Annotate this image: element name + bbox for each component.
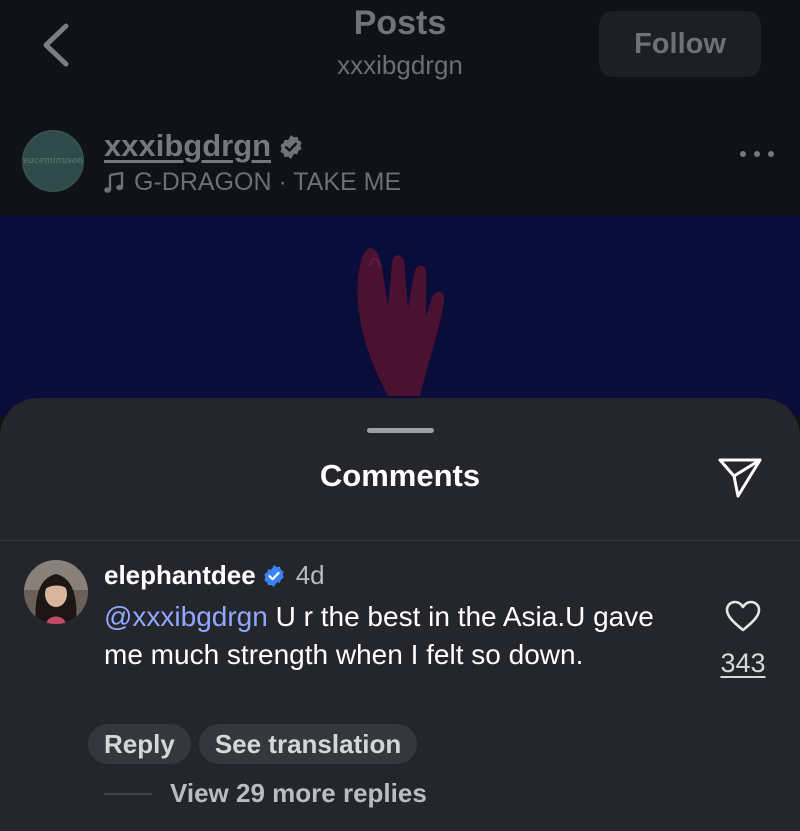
comment-header: elephantdee 4d xyxy=(104,560,325,591)
comment-text: @xxxibgdrgn U r the best in the Asia.U g… xyxy=(104,598,684,674)
follow-button[interactable]: Follow xyxy=(599,11,761,77)
more-dot-icon xyxy=(740,151,746,157)
commenter-avatar[interactable] xyxy=(24,560,88,624)
gloved-hand-image xyxy=(357,248,445,396)
post-music-row[interactable]: G-DRAGON · TAKE ME xyxy=(104,168,401,197)
post-media[interactable] xyxy=(0,216,800,416)
verified-badge-icon xyxy=(264,564,284,587)
see-translation-button[interactable]: See translation xyxy=(198,724,418,764)
music-note-icon xyxy=(104,171,124,193)
replies-divider-line xyxy=(104,792,152,795)
share-button[interactable] xyxy=(714,454,766,502)
heart-icon xyxy=(725,600,761,632)
reply-button[interactable]: Reply xyxy=(88,724,191,764)
sheet-grabber-handle[interactable] xyxy=(367,428,434,433)
commenter-photo xyxy=(24,560,88,624)
music-track-label: G-DRAGON · TAKE ME xyxy=(134,168,402,196)
avatar-logo-text: Peaceminusone xyxy=(23,156,84,166)
commenter-username[interactable]: elephantdee xyxy=(104,560,256,591)
comment-actions: Reply See translation xyxy=(88,724,418,764)
view-more-replies[interactable]: View 29 more replies xyxy=(104,778,427,809)
more-dot-icon xyxy=(754,151,760,157)
view-replies-label: View 29 more replies xyxy=(170,778,427,808)
comment-item: elephantdee 4d @xxxibgdrgn U r the best … xyxy=(0,558,800,828)
more-options-button[interactable] xyxy=(740,146,774,162)
like-count[interactable]: 343 xyxy=(700,648,786,679)
top-bar: Posts xxxibgdrgn Follow xyxy=(0,0,800,108)
comment-timestamp: 4d xyxy=(295,560,325,590)
post-author-avatar[interactable]: Peaceminusone xyxy=(22,130,84,192)
post-header: Peaceminusone xxxibgdrgn G-DRAGON · TAKE… xyxy=(0,108,800,216)
post-author-username[interactable]: xxxibgdrgn xyxy=(104,128,271,164)
sheet-divider xyxy=(0,540,800,541)
more-dot-icon xyxy=(768,151,774,157)
verified-badge-icon xyxy=(280,135,302,159)
comments-sheet: Comments elephantdee 4d @xxxibgdrgn U r … xyxy=(0,398,800,831)
like-button[interactable] xyxy=(724,598,762,634)
comment-mention-link[interactable]: @xxxibgdrgn xyxy=(104,601,268,632)
screen: Posts xxxibgdrgn Follow Peaceminusone xx… xyxy=(0,0,800,831)
comments-title: Comments xyxy=(319,458,481,493)
send-icon xyxy=(718,458,762,498)
